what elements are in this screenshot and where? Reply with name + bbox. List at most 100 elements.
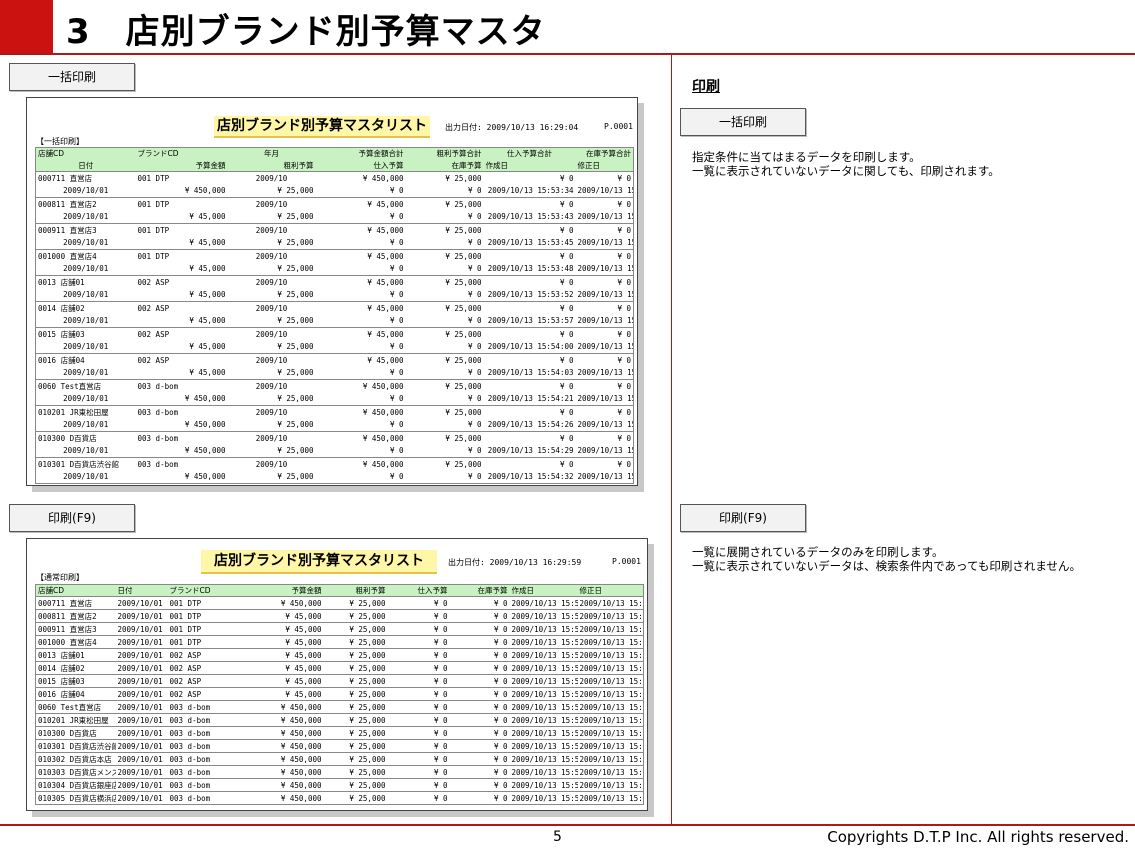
table-cell: 2009/10/13 15:54:41 bbox=[577, 765, 644, 779]
table-cell: 2009/10/01 bbox=[115, 674, 168, 688]
header-cell: 予算金額 bbox=[237, 584, 324, 597]
table-cell: 2009/10/01 bbox=[35, 262, 136, 276]
table-cell: ¥ 0 bbox=[449, 700, 510, 714]
table-cell: ¥ 45,000 bbox=[237, 609, 324, 623]
table-cell: 2009/10/01 bbox=[35, 288, 136, 302]
header-cell: 在庫予算合計 bbox=[575, 147, 634, 160]
table-row: 0060 Test直営店 003 d-bom 2009/10 ¥ 450,000 ¥ 2… bbox=[36, 380, 634, 393]
bulk-print-button-ref[interactable]: 一括印刷 bbox=[680, 108, 806, 136]
table-cell: ¥ 0 bbox=[559, 407, 574, 417]
table-cell: ¥ 25,000 bbox=[227, 444, 316, 458]
table-cell: 2009/10/13 15:54:26 bbox=[577, 713, 644, 727]
footer-divider bbox=[0, 824, 1135, 826]
table-cell: ¥ 0 bbox=[559, 173, 574, 183]
table-row: 010300 D百貨店 003 d-bom 2009/10 ¥ 450,000 ¥ 25… bbox=[36, 432, 634, 445]
table-cell: 2009/10/01 bbox=[35, 340, 136, 354]
table-cell: ¥ 0 bbox=[405, 288, 484, 302]
table-cell: 2009/10/01 bbox=[115, 713, 168, 727]
table-cell: ¥ 0 bbox=[617, 329, 631, 339]
header-cell: 予算金額合計 bbox=[315, 147, 406, 160]
table-cell: 2009/10/13 15:54:08 bbox=[575, 288, 634, 302]
table-cell: ¥ 45,000 bbox=[135, 262, 228, 276]
table-cell: ¥ 0 bbox=[617, 251, 631, 261]
table-cell: 2009/10 bbox=[255, 199, 288, 209]
table-cell: 2009/10/01 bbox=[35, 236, 136, 250]
table-cell: ¥ 0 bbox=[387, 622, 450, 636]
table-cell: 0016 店舗04 bbox=[38, 355, 85, 365]
table-row: 2009/10/01 ¥ 45,000 ¥ 25,000 ¥ 0 ¥ 0 2009/10/… bbox=[35, 314, 634, 328]
table-cell: ¥ 0 bbox=[449, 622, 510, 636]
print-f9-button[interactable]: 印刷(F9) bbox=[9, 504, 135, 532]
table-cell: ¥ 0 bbox=[617, 225, 631, 235]
description-line: 一覧に表示されていないデータは、検索条件内であっても印刷されません。 bbox=[692, 559, 1082, 573]
table-cell: 0015 店舗03 bbox=[35, 674, 116, 688]
table-cell: ¥ 0 bbox=[559, 277, 574, 287]
table-cell: ¥ 25,000 bbox=[323, 791, 388, 805]
header-cell: ブランドCD bbox=[167, 584, 238, 597]
table-cell: 2009/10/13 15:53:48 bbox=[575, 262, 634, 276]
table-cell: ¥ 0 bbox=[387, 635, 450, 649]
table-cell: 2009/10/01 bbox=[115, 726, 168, 740]
bulk-print-button[interactable]: 一括印刷 bbox=[9, 63, 135, 91]
table-cell: ¥ 25,000 bbox=[445, 329, 482, 339]
table-cell: ¥ 25,000 bbox=[445, 459, 482, 469]
table-cell: ¥ 25,000 bbox=[445, 277, 482, 287]
header-cell: 修正日 bbox=[575, 159, 634, 172]
table-cell: 010302 D百貨店本店 bbox=[35, 752, 116, 766]
table-cell: 000911 直営店3 bbox=[38, 225, 97, 235]
table-cell: ¥ 0 bbox=[405, 236, 484, 250]
table-row: 010300 D百貨店 2009/10/01 003 d-bom ¥ 450,000 ¥… bbox=[35, 726, 644, 740]
table-cell: ¥ 25,000 bbox=[445, 251, 482, 261]
table-cell: 001 DTP bbox=[167, 635, 238, 649]
table-row: 000811 直営店2 2009/10/01 001 DTP ¥ 45,000 ¥ 25… bbox=[35, 609, 644, 623]
table-row: 0016 店舗04 2009/10/01 002 ASP ¥ 45,000 ¥ 25,0… bbox=[35, 687, 644, 701]
table-cell: ¥ 450,000 bbox=[237, 713, 324, 727]
table-cell: 2009/10/01 bbox=[115, 765, 168, 779]
report-mode-label: 【一括印刷】 bbox=[36, 137, 84, 146]
table-cell: ¥ 450,000 bbox=[362, 407, 404, 417]
table-row: 000911 直営店3 001 DTP 2009/10 ¥ 45,000 ¥ 25,00… bbox=[36, 224, 634, 237]
table-cell: ¥ 25,000 bbox=[227, 288, 316, 302]
table-cell: 003 d-bom bbox=[167, 791, 238, 805]
table-cell: 000711 直営店 bbox=[35, 596, 116, 610]
header-cell: 仕入予算合計 bbox=[483, 147, 576, 160]
table-cell: 2009/10/13 15:53:34 bbox=[483, 184, 576, 198]
table-cell: 002 ASP bbox=[137, 355, 170, 365]
table-row: 2009/10/01 ¥ 450,000 ¥ 25,000 ¥ 0 ¥ 0 2009/10… bbox=[35, 184, 634, 198]
table-cell: ¥ 0 bbox=[315, 288, 406, 302]
table-cell: ¥ 25,000 bbox=[227, 418, 316, 432]
table-cell: ¥ 45,000 bbox=[237, 661, 324, 675]
table-row: 010304 D百貨店銀座店 2009/10/01 003 d-bom ¥ 450,0… bbox=[35, 778, 644, 792]
table-cell: ¥ 25,000 bbox=[323, 778, 388, 792]
table-cell: 2009/10/01 bbox=[35, 392, 136, 406]
report-page-number: P.0001 bbox=[612, 557, 641, 566]
table-cell: 2009/10/13 15:54:08 bbox=[577, 648, 644, 662]
table-cell: ¥ 25,000 bbox=[323, 752, 388, 766]
table-cell: 2009/10 bbox=[255, 225, 288, 235]
table-cell: ¥ 25,000 bbox=[323, 674, 388, 688]
table-cell: ¥ 25,000 bbox=[323, 713, 388, 727]
table-cell: ¥ 45,000 bbox=[367, 303, 404, 313]
table-row: 2009/10/01 ¥ 45,000 ¥ 25,000 ¥ 0 ¥ 0 2009/10/… bbox=[35, 236, 634, 250]
table-cell: ¥ 0 bbox=[617, 459, 631, 469]
table-cell: ¥ 25,000 bbox=[227, 236, 316, 250]
table-cell: 2009/10/13 15:54:29 bbox=[577, 726, 644, 740]
table-row: 0013 店舗01 002 ASP 2009/10 ¥ 45,000 ¥ 25,000 ¥… bbox=[36, 276, 634, 289]
table-row: 010301 D百貨店渋谷館 003 d-bom 2009/10 ¥ 450,000 ¥… bbox=[36, 458, 634, 471]
table-cell: 2009/10/13 15:53:45 bbox=[509, 622, 578, 636]
table-cell: ¥ 0 bbox=[449, 739, 510, 753]
table-cell: 2009/10/13 15:54:21 bbox=[577, 700, 644, 714]
print-f9-button-ref[interactable]: 印刷(F9) bbox=[680, 504, 806, 532]
table-cell: ¥ 0 bbox=[449, 687, 510, 701]
table-cell: ¥ 45,000 bbox=[237, 622, 324, 636]
table-cell: ¥ 0 bbox=[617, 407, 631, 417]
table-cell: 2009/10 bbox=[255, 251, 288, 261]
table-cell: 2009/10/13 15:53:52 bbox=[483, 288, 576, 302]
table-cell: ¥ 0 bbox=[449, 596, 510, 610]
table-cell: 002 ASP bbox=[167, 687, 238, 701]
table-row: 000711 直営店 001 DTP 2009/10 ¥ 450,000 ¥ 25,00… bbox=[36, 172, 634, 185]
table-cell: ¥ 0 bbox=[387, 596, 450, 610]
table-row: 0015 店舗03 002 ASP 2009/10 ¥ 45,000 ¥ 25,000 ¥… bbox=[36, 328, 634, 341]
table-cell: ¥ 450,000 bbox=[237, 726, 324, 740]
table-cell: ¥ 25,000 bbox=[323, 635, 388, 649]
